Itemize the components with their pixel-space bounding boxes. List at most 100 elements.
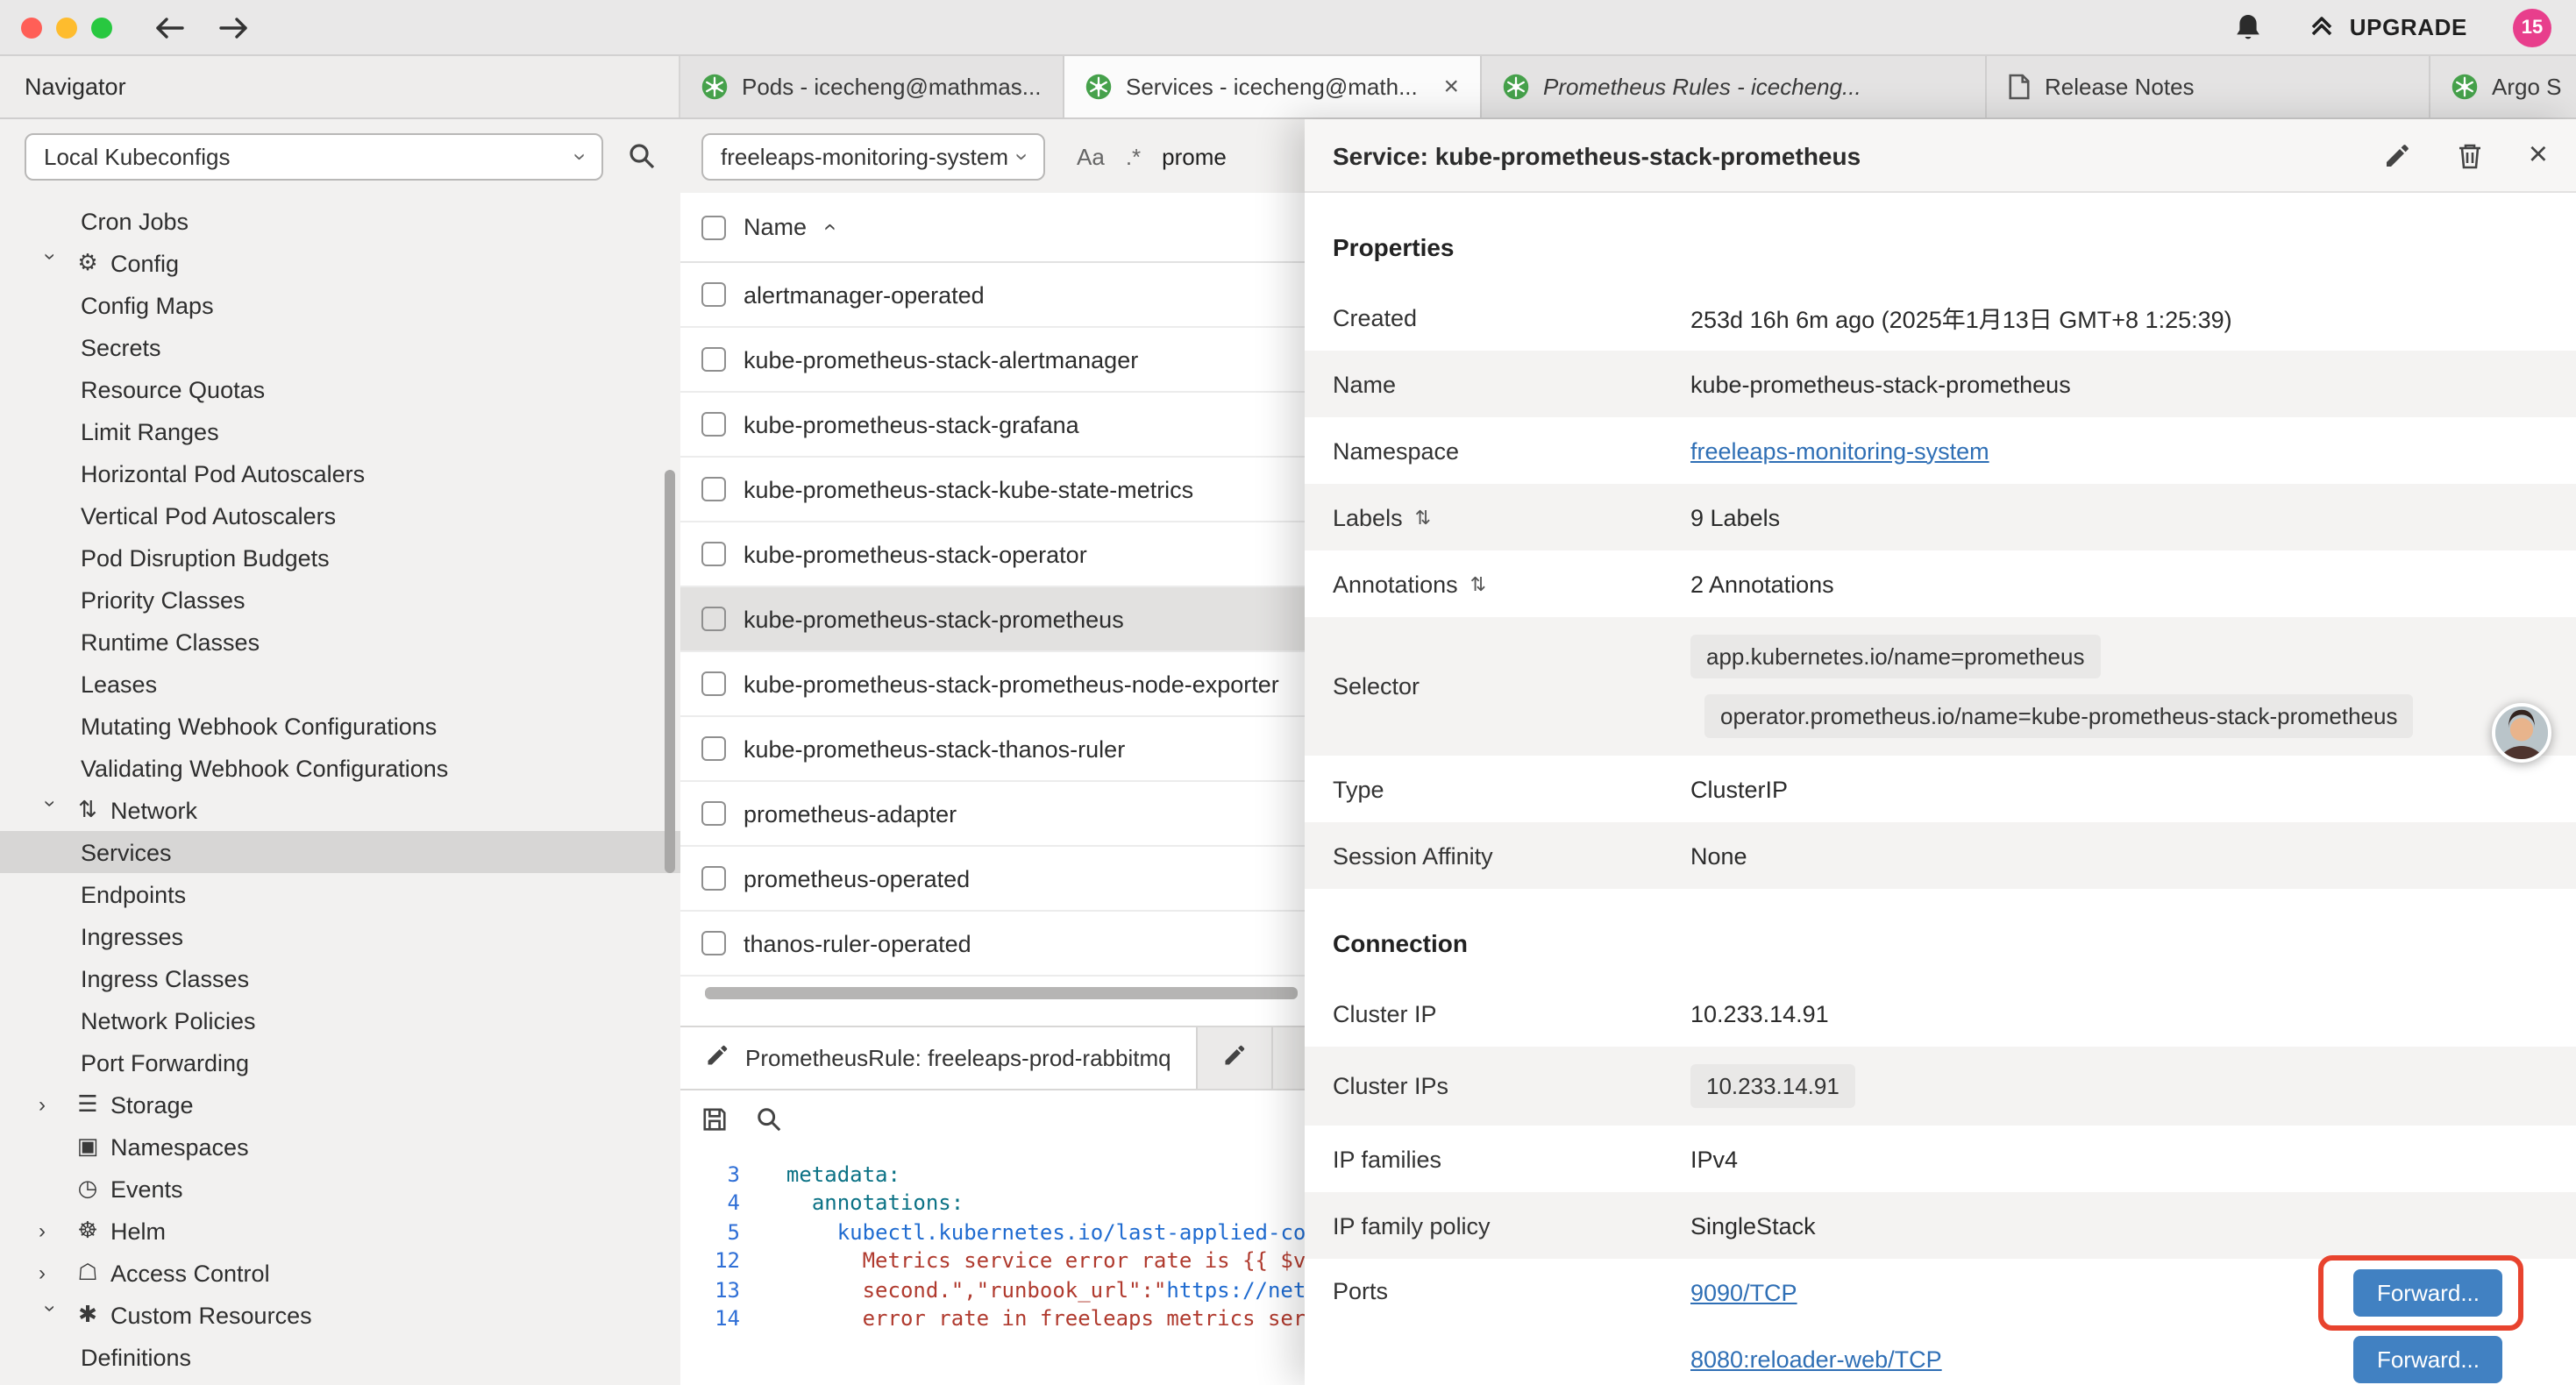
sidebar-item-network[interactable]: ›⇅Network — [0, 789, 680, 831]
sidebar-item-definitions[interactable]: Definitions — [0, 1336, 680, 1378]
horizontal-scrollbar[interactable] — [705, 987, 1298, 999]
chevron-right-icon[interactable]: › — [39, 1218, 70, 1243]
search-input[interactable]: prome — [1162, 143, 1227, 169]
row-name: kube-prometheus-stack-prometheus-node-ex… — [744, 671, 1279, 697]
sidebar-item-priority-classes[interactable]: Priority Classes — [0, 579, 680, 621]
sidebar-item-secrets[interactable]: Secrets — [0, 326, 680, 368]
sidebar-item-storage[interactable]: ›☰Storage — [0, 1083, 680, 1126]
forward-arrow-icon[interactable] — [217, 15, 249, 39]
sidebar-item-helm[interactable]: ›☸Helm — [0, 1210, 680, 1252]
port-link[interactable]: 9090/TCP — [1690, 1279, 1797, 1305]
notification-count-badge[interactable]: 15 — [2513, 8, 2551, 46]
tab-pods-icecheng-mathmas[interactable]: Pods - icecheng@mathmas... — [680, 56, 1064, 117]
tab-release-notes[interactable]: Release Notes — [1987, 56, 2430, 117]
sidebar-item-config[interactable]: ›⚙Config — [0, 242, 680, 284]
sidebar-item-pod-disruption-budgets[interactable]: Pod Disruption Budgets — [0, 536, 680, 579]
delete-trash-icon[interactable] — [2457, 141, 2483, 169]
notifications-bell-icon[interactable] — [2234, 12, 2262, 42]
sidebar-item-runtime-classes[interactable]: Runtime Classes — [0, 621, 680, 663]
detail-row-ports: Ports9090/TCP Forward... 8080:reloader-web… — [1305, 1259, 2576, 1385]
detail-row-labels: Labels⇅9 Labels — [1305, 484, 2576, 550]
save-icon[interactable] — [701, 1105, 728, 1132]
sidebar-item-port-forwarding[interactable]: Port Forwarding — [0, 1041, 680, 1083]
sidebar-item-label: Validating Webhook Configurations — [81, 755, 448, 781]
row-name: kube-prometheus-stack-kube-state-metrics — [744, 476, 1193, 502]
sidebar-item-label: Vertical Pod Autoscalers — [81, 502, 336, 529]
namespace-select[interactable]: freeleaps-monitoring-system › — [701, 132, 1045, 180]
expand-collapse-icon[interactable]: ⇅ — [1470, 572, 1486, 595]
dock-tab-prometheusrule[interactable]: PrometheusRule: freeleaps-prod-rabbitmq — [680, 1027, 1198, 1089]
chevron-right-icon[interactable]: › — [39, 1261, 70, 1285]
sidebar-item-resource-quotas[interactable]: Resource Quotas — [0, 368, 680, 410]
namespace-link[interactable]: freeleaps-monitoring-system — [1690, 437, 1989, 464]
user-avatar[interactable] — [2492, 703, 2551, 763]
row-checkbox[interactable] — [701, 801, 726, 826]
row-checkbox[interactable] — [701, 607, 726, 631]
row-checkbox[interactable] — [701, 412, 726, 437]
search-filter[interactable]: Aa .* prome — [1077, 143, 1227, 169]
maximize-window-button[interactable] — [91, 17, 112, 38]
chevron-down-icon[interactable]: › — [39, 800, 63, 832]
sidebar-item-services[interactable]: Services — [0, 831, 680, 873]
sidebar-item-namespaces[interactable]: ▣Namespaces — [0, 1126, 680, 1168]
close-window-button[interactable] — [21, 17, 42, 38]
sidebar-item-horizontal-pod-autoscalers[interactable]: Horizontal Pod Autoscalers — [0, 452, 680, 494]
row-checkbox[interactable] — [701, 282, 726, 307]
chevron-down-icon[interactable]: › — [39, 1305, 63, 1337]
sidebar-item-config-maps[interactable]: Config Maps — [0, 284, 680, 326]
helm-icon: ☸ — [70, 1217, 105, 1245]
sidebar-item-leases[interactable]: Leases — [0, 663, 680, 705]
editor-search-icon[interactable] — [756, 1105, 782, 1132]
row-checkbox[interactable] — [701, 671, 726, 696]
sidebar-item-custom-resources[interactable]: ›✱Custom Resources — [0, 1294, 680, 1336]
cluster-tabs: Pods - icecheng@mathmas...Services - ice… — [680, 56, 2576, 117]
forward-button[interactable]: Forward... — [2354, 1335, 2502, 1382]
sidebar-item-cron-jobs[interactable]: Cron Jobs — [0, 200, 680, 242]
tab-services-icecheng-math[interactable]: Services - icecheng@math...× — [1064, 56, 1482, 117]
chevron-right-icon[interactable]: › — [39, 1092, 70, 1117]
kubeconfig-select[interactable]: Local Kubeconfigs › — [25, 132, 603, 180]
row-checkbox[interactable] — [701, 736, 726, 761]
name-column-header[interactable]: Name — [744, 214, 807, 240]
close-icon[interactable]: × — [2529, 138, 2548, 172]
field-label: Ports — [1305, 1259, 1690, 1304]
minimize-window-button[interactable] — [56, 17, 77, 38]
sidebar-item-network-policies[interactable]: Network Policies — [0, 999, 680, 1041]
tab-argo-s[interactable]: Argo S — [2430, 56, 2576, 117]
chevron-down-icon[interactable]: › — [39, 253, 63, 285]
sidebar-item-validating-webhook-configurations[interactable]: Validating Webhook Configurations — [0, 747, 680, 789]
match-case-toggle[interactable]: Aa — [1077, 143, 1105, 169]
regex-toggle[interactable]: .* — [1126, 143, 1141, 169]
row-checkbox[interactable] — [701, 931, 726, 955]
row-checkbox[interactable] — [701, 866, 726, 891]
sidebar-item-ingresses[interactable]: Ingresses — [0, 915, 680, 957]
tab-close-icon[interactable]: × — [1443, 74, 1459, 100]
expand-collapse-icon[interactable]: ⇅ — [1415, 506, 1431, 529]
row-name: prometheus-operated — [744, 865, 970, 891]
sidebar-scrollbar[interactable] — [665, 470, 675, 873]
code-text: error rate in freeleaps metrics ser — [761, 1304, 1306, 1333]
row-checkbox[interactable] — [701, 477, 726, 501]
upgrade-button[interactable]: UPGRADE — [2308, 11, 2467, 44]
field-value: 9 Labels — [1690, 504, 2576, 530]
sort-ascending-icon[interactable]: › — [815, 224, 841, 231]
sidebar-search-icon[interactable] — [628, 142, 656, 170]
sidebar-item-vertical-pod-autoscalers[interactable]: Vertical Pod Autoscalers — [0, 494, 680, 536]
select-all-checkbox[interactable] — [701, 215, 726, 239]
row-checkbox[interactable] — [701, 347, 726, 372]
edit-pencil-icon[interactable] — [2383, 141, 2411, 169]
sidebar-item-limit-ranges[interactable]: Limit Ranges — [0, 410, 680, 452]
sidebar-item-events[interactable]: ◷Events — [0, 1168, 680, 1210]
sidebar-item-endpoints[interactable]: Endpoints — [0, 873, 680, 915]
tab-prometheus-rules-icecheng[interactable]: Prometheus Rules - icecheng... — [1482, 56, 1987, 117]
tab-bar: Navigator Pods - icecheng@mathmas...Serv… — [0, 56, 2576, 119]
dock-tab-next[interactable] — [1198, 1027, 1273, 1089]
sidebar-item-access-control[interactable]: ›☖Access Control — [0, 1252, 680, 1294]
port-link[interactable]: 8080:reloader-web/TCP — [1690, 1346, 1942, 1372]
forward-button[interactable]: Forward... — [2354, 1268, 2502, 1316]
sidebar-item-ingress-classes[interactable]: Ingress Classes — [0, 957, 680, 999]
token: error rate in freeleaps metrics ser — [863, 1306, 1306, 1331]
back-arrow-icon[interactable] — [154, 15, 186, 39]
row-checkbox[interactable] — [701, 542, 726, 566]
sidebar-item-mutating-webhook-configurations[interactable]: Mutating Webhook Configurations — [0, 705, 680, 747]
